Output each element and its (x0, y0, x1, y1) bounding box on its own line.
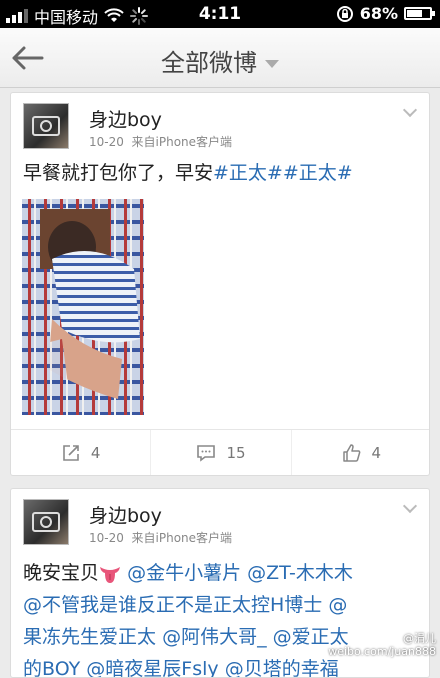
post-text-line: 晚安宝贝 @金牛小薯片 @ZT-木木木 (23, 557, 423, 589)
mention-link[interactable]: @贝塔的幸福 (225, 658, 339, 678)
comment-count: 15 (226, 444, 245, 462)
hashtag-link[interactable]: #正太# (213, 162, 283, 184)
post-source: 来自iPhone客户端 (132, 531, 233, 545)
like-button[interactable]: 4 (291, 430, 430, 475)
battery-icon (404, 7, 432, 20)
mention-link[interactable]: @不管我是谁反正不是正太控H博士 (23, 594, 322, 616)
watermark-url: weibo.com/juan888 (328, 645, 436, 658)
repost-button[interactable]: 4 (11, 430, 150, 475)
username[interactable]: 身边boy (89, 501, 162, 528)
username[interactable]: 身边boy (89, 105, 162, 132)
post-photo[interactable] (22, 199, 144, 415)
post-text-plain: 晚安宝贝 (23, 562, 99, 584)
like-count: 4 (372, 444, 382, 462)
repost-icon (61, 443, 81, 463)
chevron-down-icon[interactable] (403, 103, 417, 117)
post-text: 早餐就打包你了，早安#正太##正太# (23, 157, 423, 189)
repost-count: 4 (91, 444, 101, 462)
timeline-selector[interactable]: 全部微博 (0, 43, 440, 78)
post-meta: 10-20 来自iPhone客户端 (89, 133, 232, 150)
post-date: 10-20 (89, 531, 124, 545)
mention-link[interactable]: @ (328, 594, 347, 616)
post-text-plain: 早餐就打包你了，早安 (23, 162, 213, 184)
dropdown-caret-icon (265, 60, 279, 68)
watermark: @涓儿 weibo.com/juan888 (328, 632, 436, 658)
mention-link[interactable]: @ZT-木木木 (247, 562, 353, 584)
post-text-line: @不管我是谁反正不是正太控H博士 @ (23, 589, 423, 621)
post-card[interactable]: 身边boy 10-20 来自iPhone客户端 早餐就打包你了，早安#正太##正… (10, 92, 430, 476)
comment-button[interactable]: 15 (150, 430, 290, 475)
battery-percent: 68% (360, 4, 398, 23)
mention-link[interactable]: @暗夜星辰Fsly (86, 658, 218, 678)
comment-icon (196, 443, 216, 463)
chevron-down-icon[interactable] (403, 499, 417, 513)
post-date: 10-20 (89, 135, 124, 149)
page-title: 全部微博 (161, 49, 257, 77)
watermark-handle: @涓儿 (328, 632, 436, 645)
mention-link[interactable]: 果冻先生爱正太 (23, 626, 156, 648)
avatar[interactable] (23, 103, 69, 149)
mention-link[interactable]: @阿伟大哥_ (162, 626, 267, 648)
like-icon (342, 443, 362, 463)
hashtag-link[interactable]: #正太# (283, 162, 353, 184)
mention-link[interactable]: 的BOY (23, 658, 80, 678)
tongue-emoji-icon (99, 564, 121, 584)
post-meta: 10-20 来自iPhone客户端 (89, 529, 232, 546)
mention-link[interactable]: @金牛小薯片 (127, 562, 241, 584)
post-actions: 4 15 4 (11, 429, 430, 475)
avatar[interactable] (23, 499, 69, 545)
nav-bar: 全部微博 (0, 28, 440, 88)
post-source: 来自iPhone客户端 (132, 135, 233, 149)
rotation-lock-icon (336, 5, 354, 23)
status-bar: 中国移动 4:11 68% (0, 0, 440, 28)
